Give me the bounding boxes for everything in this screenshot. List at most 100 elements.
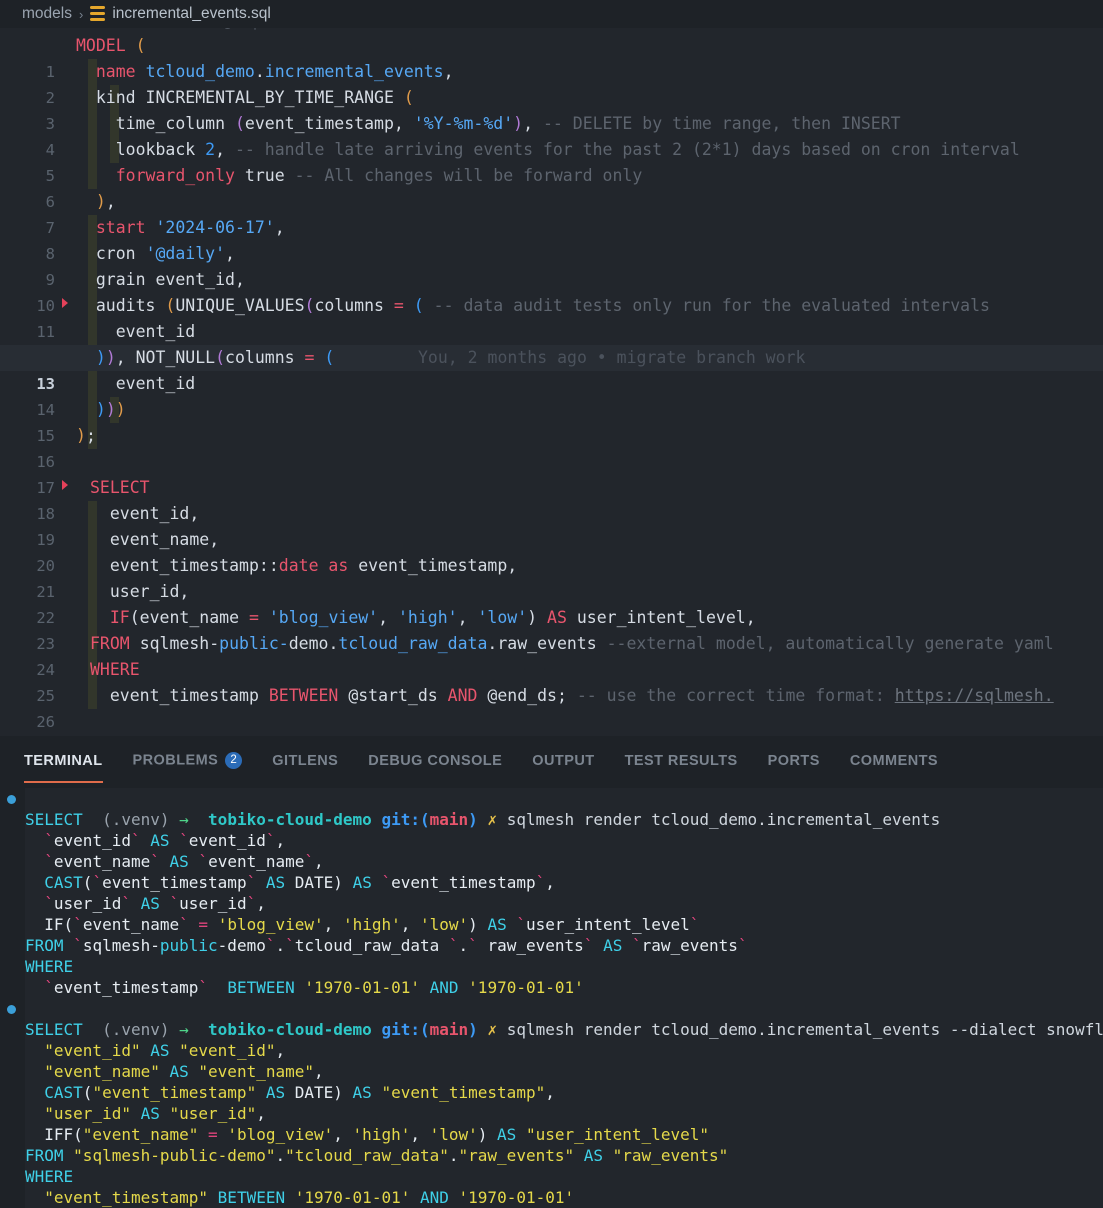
code-line[interactable]: 7 ),	[0, 189, 1103, 237]
code-line[interactable]: 12 event_id	[0, 319, 1103, 367]
tab-debug-console-label: DEBUG CONSOLE	[368, 752, 503, 769]
code-line[interactable]: 16 );	[0, 423, 1103, 471]
code-line[interactable]: 9 cron '@daily',	[0, 241, 1103, 289]
panel-tab-bar: TERMINAL PROBLEMS 2 GITLENS DEBUG CONSOLE…	[0, 736, 1103, 788]
code-line-active[interactable]: 13 )), NOT_NULL(columns = ( You, 2 month…	[0, 345, 1103, 393]
code-line[interactable]: 2 name tcloud_demo.incremental_events,	[0, 59, 1103, 107]
terminal-output-line: FROM `sqlmesh-public-demo`.`tcloud_raw_d…	[25, 936, 748, 955]
code-line[interactable]: 8 start '2024-06-17',	[0, 215, 1103, 263]
code-line[interactable]: 11 audits (UNIQUE_VALUES(columns = ( -- …	[0, 293, 1103, 341]
terminal-output-line: CAST(`event_timestamp` AS DATE) AS `even…	[44, 873, 555, 892]
tab-output-label: OUTPUT	[532, 752, 595, 769]
terminal-output-line: `event_name` AS `event_name`,	[44, 852, 324, 871]
terminal-output[interactable]: (.venv) → tobiko-cloud-demo git:(main) ✗…	[0, 788, 1103, 1208]
tab-problems[interactable]: PROBLEMS 2	[133, 752, 243, 772]
doc-link[interactable]: https://sqlmesh.	[895, 686, 1054, 705]
line-content: lookback 2, -- handle late arriving even…	[115, 140, 1020, 159]
tab-problems-label: PROBLEMS	[132, 752, 219, 769]
code-line[interactable]: 19 event_id,	[0, 501, 1103, 549]
line-content: audits (UNIQUE_VALUES(columns = ( -- dat…	[95, 296, 990, 315]
code-line[interactable]: 26 event_timestamp BETWEEN @start_ds AND…	[0, 683, 1103, 731]
breadcrumb[interactable]: models › incremental_events.sql	[0, 0, 1103, 28]
code-line[interactable]: 20 event_name,	[0, 527, 1103, 575]
tab-gitlens[interactable]: GITLENS	[272, 753, 338, 772]
terminal-output-line: IF(`event_name` = 'blog_view', 'high', '…	[44, 915, 700, 934]
tab-gitlens-label: GITLENS	[272, 752, 339, 769]
breadcrumb-separator-icon: ›	[78, 6, 84, 22]
command-status-dot-icon	[7, 795, 16, 804]
terminal-output-line: WHERE	[25, 1167, 74, 1186]
breadcrumb-file[interactable]: incremental_events.sql	[112, 5, 271, 23]
line-content: event_id	[115, 322, 196, 341]
terminal-output-line: SELECT	[25, 1020, 83, 1039]
bottom-panel: TERMINAL PROBLEMS 2 GITLENS DEBUG CONSOLE…	[0, 736, 1103, 1208]
tab-test-results[interactable]: TEST RESULTS	[625, 753, 738, 772]
terminal-output-line: WHERE	[25, 957, 74, 976]
line-content: kind INCREMENTAL_BY_TIME_RANGE (	[95, 88, 414, 107]
tab-debug-console[interactable]: DEBUG CONSOLE	[368, 753, 502, 772]
terminal-prompt-line: (.venv) → tobiko-cloud-demo git:(main) ✗…	[0, 998, 1103, 1039]
line-content: SELECT	[90, 478, 150, 497]
code-line[interactable]: 10 grain event_id,	[0, 267, 1103, 315]
terminal-output-line: "event_timestamp" BETWEEN '1970-01-01' A…	[44, 1188, 575, 1207]
fold-arrow-icon[interactable]	[62, 480, 68, 490]
terminal-output-line: FROM "sqlmesh-public-demo"."tcloud_raw_d…	[25, 1146, 729, 1165]
tab-ports-label: PORTS	[767, 752, 820, 769]
code-line[interactable]: 24 FROM sqlmesh-public-demo.tcloud_raw_d…	[0, 631, 1103, 679]
line-content: FROM sqlmesh-public-demo.tcloud_raw_data…	[90, 634, 1054, 653]
line-content: ),	[95, 192, 116, 211]
terminal-output-line: `event_timestamp` BETWEEN '1970-01-01' A…	[44, 978, 584, 997]
terminal-output-line: "event_name" AS "event_name",	[44, 1062, 324, 1081]
line-content: start '2024-06-17',	[95, 218, 285, 237]
code-line[interactable]: 18 SELECT	[0, 475, 1103, 523]
line-content: MODEL (	[76, 36, 146, 55]
code-line[interactable]: 23 IF(event_name = 'blog_view', 'high', …	[0, 605, 1103, 653]
tab-comments-label: COMMENTS	[849, 752, 939, 769]
tab-comments[interactable]: COMMENTS	[850, 753, 938, 772]
terminal-output-line: IFF("event_name" = 'blog_view', 'high', …	[44, 1125, 709, 1144]
terminal-output-line: `event_id` AS `event_id`,	[44, 831, 286, 850]
line-content: WHERE	[90, 660, 140, 679]
code-line[interactable]: 17	[0, 449, 1103, 497]
tab-ports[interactable]: PORTS	[768, 753, 820, 772]
line-content: event_timestamp BETWEEN @start_ds AND @e…	[109, 686, 1054, 705]
line-content: forward_only true -- All changes will be…	[115, 166, 643, 185]
line-content: IF(event_name = 'blog_view', 'high', 'lo…	[109, 608, 756, 627]
line-content: cron '@daily',	[95, 244, 235, 263]
terminal-output-line: CAST("event_timestamp" AS DATE) AS "even…	[44, 1083, 555, 1102]
code-line[interactable]: 1 MODEL (	[0, 33, 1103, 81]
breadcrumb-folder[interactable]: models	[22, 5, 72, 23]
tab-terminal[interactable]: TERMINAL	[24, 752, 103, 783]
line-content: event_timestamp::date as event_timestamp…	[109, 556, 518, 575]
tab-terminal-label: TERMINAL	[24, 752, 103, 769]
terminal-output-line: "event_id" AS "event_id",	[44, 1041, 286, 1060]
terminal-prompt-line: (.venv) → tobiko-cloud-demo git:(main) ✗…	[0, 788, 1103, 829]
code-line[interactable]: 15 )))	[0, 397, 1103, 445]
code-line[interactable]: 4 time_column (event_timestamp, '%Y-%m-%…	[0, 111, 1103, 159]
line-content: user_id,	[109, 582, 190, 601]
tab-test-results-label: TEST RESULTS	[624, 752, 738, 769]
code-editor[interactable]: 1 MODEL ( 2 name tcloud_demo.incremental…	[0, 33, 1103, 736]
line-content: );	[76, 426, 96, 445]
code-line[interactable]: 3 kind INCREMENTAL_BY_TIME_RANGE (	[0, 85, 1103, 133]
problems-badge: 2	[225, 752, 243, 769]
terminal-output-line: `user_id` AS `user_id`,	[44, 894, 266, 913]
code-line[interactable]: 5 lookback 2, -- handle late arriving ev…	[0, 137, 1103, 185]
terminal-output-line: SELECT	[25, 810, 83, 829]
line-content: )))	[95, 400, 126, 419]
command-status-dot-icon	[7, 1005, 16, 1014]
database-icon	[90, 6, 106, 22]
line-content: time_column (event_timestamp, '%Y-%m-%d'…	[115, 114, 901, 133]
code-line[interactable]: 21 event_timestamp::date as event_timest…	[0, 553, 1103, 601]
gitlens-inline-blame: You, 2 months ago • migrate branch work	[418, 348, 806, 367]
code-line[interactable]: 22 user_id,	[0, 579, 1103, 627]
line-content: name tcloud_demo.incremental_events,	[95, 62, 454, 81]
code-line[interactable]: 14 event_id	[0, 371, 1103, 419]
code-line[interactable]: 27	[0, 709, 1103, 735]
tab-output[interactable]: OUTPUT	[532, 753, 594, 772]
line-content: event_id,	[109, 504, 200, 523]
code-line[interactable]: 6 forward_only true -- All changes will …	[0, 163, 1103, 211]
fold-arrow-icon[interactable]	[62, 298, 68, 308]
line-content: grain event_id,	[95, 270, 245, 289]
code-line[interactable]: 25 WHERE	[0, 657, 1103, 705]
